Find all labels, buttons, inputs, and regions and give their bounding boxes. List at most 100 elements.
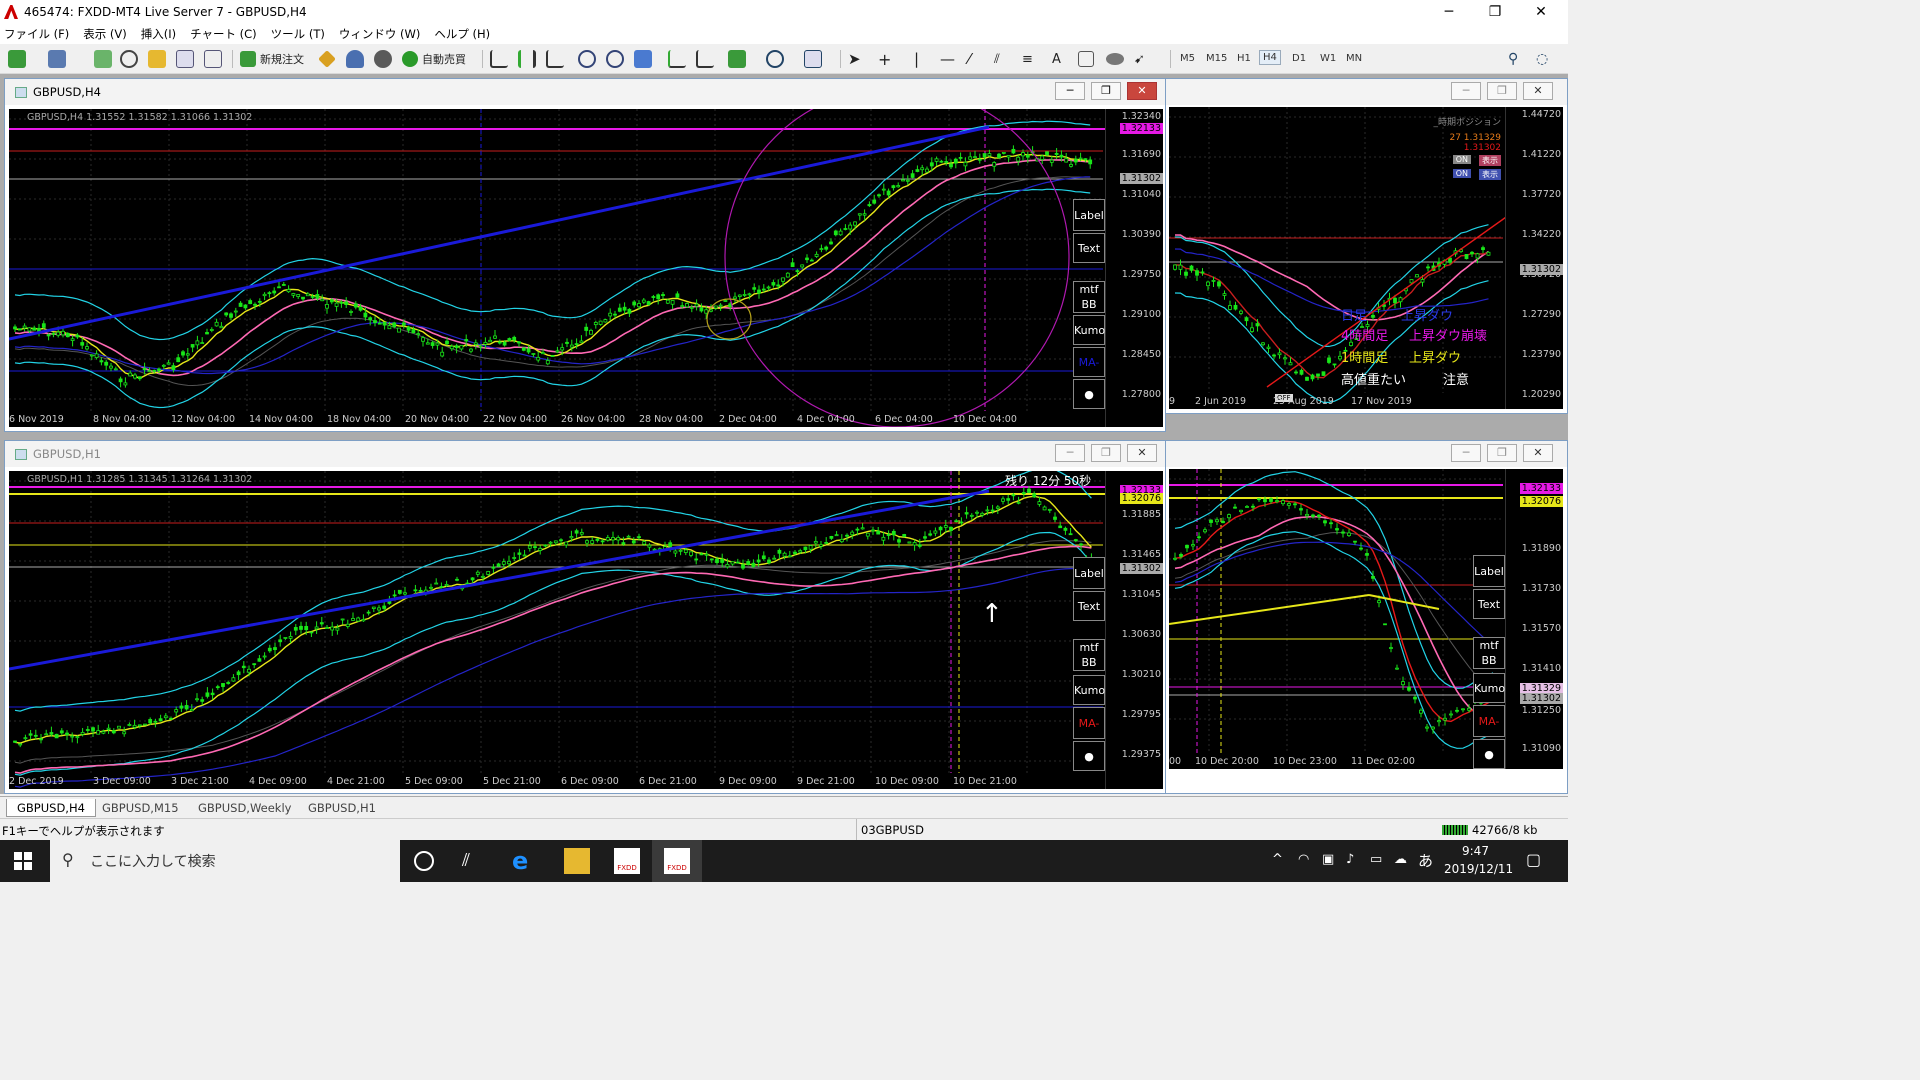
taskbar-search[interactable]: ⚲ ここに入力して検索	[50, 840, 400, 882]
chart-shift-icon[interactable]	[696, 50, 714, 68]
clock-time[interactable]: 9:47	[1462, 844, 1489, 858]
network-icon[interactable]: ▣	[1322, 852, 1334, 867]
tab-gbpusd-h1[interactable]: GBPUSD,H1	[298, 799, 386, 817]
restore-button[interactable]: ❐	[1472, 0, 1518, 24]
navigator-icon[interactable]	[148, 50, 166, 68]
tester-icon[interactable]	[204, 50, 222, 68]
search-icon[interactable]: ⚲	[1508, 51, 1518, 67]
minimize-button[interactable]: ─	[1426, 0, 1472, 24]
show-button[interactable]: 表示	[1479, 169, 1501, 180]
chart-plot[interactable]: 1.32133 1.32076 1.31890 1.31730 1.31570 …	[1169, 469, 1563, 769]
market-watch-icon[interactable]	[94, 50, 112, 68]
show-button[interactable]: 表示	[1479, 155, 1501, 166]
ime-indicator[interactable]: あ	[1418, 850, 1433, 871]
task-view-icon[interactable]: ⫽	[462, 848, 488, 874]
chart-maximize-button[interactable]: ❐	[1487, 82, 1517, 100]
new-chart-icon[interactable]	[8, 50, 26, 68]
text-button[interactable]: Text	[1073, 591, 1105, 621]
edge-icon[interactable]: e	[512, 848, 538, 874]
bomb-icon[interactable]: ●	[1073, 379, 1105, 409]
chart-maximize-button[interactable]: ❐	[1091, 444, 1121, 462]
templates-icon[interactable]	[804, 50, 822, 68]
tf-mn[interactable]: MN	[1346, 53, 1362, 64]
profiles-icon[interactable]	[48, 50, 66, 68]
zoom-in-icon[interactable]	[578, 50, 596, 68]
fxdd-app-icon[interactable]: FXDD	[614, 848, 640, 874]
cursor-icon[interactable]: ➤	[848, 50, 861, 68]
trendline-icon[interactable]: ⁄	[968, 50, 971, 68]
arrows-icon[interactable]: ➹	[1134, 52, 1145, 67]
line-chart-icon[interactable]	[546, 50, 564, 68]
text-tool-icon[interactable]: A	[1052, 52, 1061, 67]
kumo-button[interactable]: Kumo	[1073, 315, 1105, 345]
kumo-button[interactable]: Kumo	[1473, 673, 1505, 703]
chart-close-button[interactable]: ✕	[1523, 82, 1553, 100]
on-button[interactable]: ON	[1452, 169, 1471, 178]
indicators-icon[interactable]	[728, 50, 746, 68]
market-icon[interactable]	[374, 50, 392, 68]
signals-icon[interactable]	[346, 50, 364, 68]
candlestick-icon[interactable]	[518, 50, 536, 68]
crosshair-icon[interactable]: +	[878, 50, 891, 69]
chart-plot[interactable]: GBPUSD,H4 1.31552 1.31582 1.31066 1.3130…	[9, 109, 1163, 427]
notification-icon[interactable]: ▢	[1526, 850, 1541, 869]
text-label-icon[interactable]	[1078, 51, 1094, 67]
fxdd-app-icon[interactable]: FXDD	[664, 848, 690, 874]
mtf-bb-button[interactable]: mtf BB	[1473, 637, 1505, 669]
chart-minimize-button[interactable]: ─	[1451, 444, 1481, 462]
tab-gbpusd-h4[interactable]: GBPUSD,H4	[6, 799, 96, 817]
windows-start-icon[interactable]	[14, 852, 32, 870]
tf-h4[interactable]: H4	[1259, 50, 1281, 65]
tf-d1[interactable]: D1	[1292, 53, 1306, 64]
horizontal-line-icon[interactable]: —	[940, 50, 955, 68]
ma-cross-button[interactable]: MA-Cr	[1073, 707, 1105, 739]
text-button[interactable]: Text	[1073, 233, 1105, 263]
fibonacci-icon[interactable]: ≡	[1022, 52, 1033, 67]
metaeditor-icon[interactable]	[318, 50, 336, 68]
tile-windows-icon[interactable]	[634, 50, 652, 68]
tf-w1[interactable]: W1	[1320, 53, 1336, 64]
menu-file[interactable]: ファイル (F)	[4, 26, 69, 42]
chat-icon[interactable]: ◌	[1536, 51, 1548, 67]
chart-close-button[interactable]: ✕	[1523, 444, 1553, 462]
terminal-icon[interactable]	[176, 50, 194, 68]
text-button[interactable]: Text	[1473, 589, 1505, 619]
chart-maximize-button[interactable]: ❐	[1487, 444, 1517, 462]
menu-insert[interactable]: 挿入(I)	[141, 26, 176, 42]
auto-scroll-icon[interactable]	[668, 50, 686, 68]
on-button[interactable]: ON	[1452, 155, 1471, 164]
new-order-button[interactable]: 新規注文	[240, 49, 304, 69]
bar-chart-icon[interactable]	[490, 50, 508, 68]
tab-gbpusd-m15[interactable]: GBPUSD,M15	[92, 799, 189, 817]
wifi-icon[interactable]: ◠	[1298, 852, 1309, 867]
menu-tools[interactable]: ツール (T)	[271, 26, 325, 42]
label-button[interactable]: Label	[1073, 557, 1105, 589]
label-button[interactable]: Label	[1473, 555, 1505, 587]
chart-close-button[interactable]: ✕	[1127, 82, 1157, 100]
chart-minimize-button[interactable]: ─	[1451, 82, 1481, 100]
chart-minimize-button[interactable]: ─	[1055, 444, 1085, 462]
menu-view[interactable]: 表示 (V)	[83, 26, 127, 42]
ellipse-icon[interactable]	[1106, 53, 1124, 65]
chart-minimize-button[interactable]: ─	[1055, 82, 1085, 100]
file-explorer-icon[interactable]	[564, 848, 590, 874]
tf-h1[interactable]: H1	[1237, 53, 1251, 64]
ma-cross-button[interactable]: MA-Cr	[1473, 705, 1505, 737]
tf-m5[interactable]: M5	[1180, 53, 1195, 64]
equidistant-channel-icon[interactable]: ⫽	[994, 52, 1000, 67]
close-button[interactable]: ✕	[1518, 0, 1564, 24]
label-button[interactable]: Label	[1073, 199, 1105, 231]
menu-help[interactable]: ヘルプ (H)	[434, 26, 490, 42]
data-window-icon[interactable]	[120, 50, 138, 68]
chart-close-button[interactable]: ✕	[1127, 444, 1157, 462]
volume-icon[interactable]: ♪	[1346, 852, 1354, 867]
tab-gbpusd-weekly[interactable]: GBPUSD,Weekly	[188, 799, 301, 817]
chart-plot[interactable]: 1.44720 1.41220 1.37720 1.34220 1.30720 …	[1169, 107, 1563, 409]
chart-plot[interactable]: GBPUSD,H1 1.31285 1.31345 1.31264 1.3130…	[9, 471, 1163, 789]
onedrive-icon[interactable]: ☁	[1394, 852, 1407, 867]
clock-date[interactable]: 2019/12/11	[1444, 862, 1513, 876]
zoom-out-icon[interactable]	[606, 50, 624, 68]
cortana-icon[interactable]	[414, 851, 434, 871]
bomb-icon[interactable]: ●	[1473, 739, 1505, 769]
mtf-bb-button[interactable]: mtf BB	[1073, 281, 1105, 313]
